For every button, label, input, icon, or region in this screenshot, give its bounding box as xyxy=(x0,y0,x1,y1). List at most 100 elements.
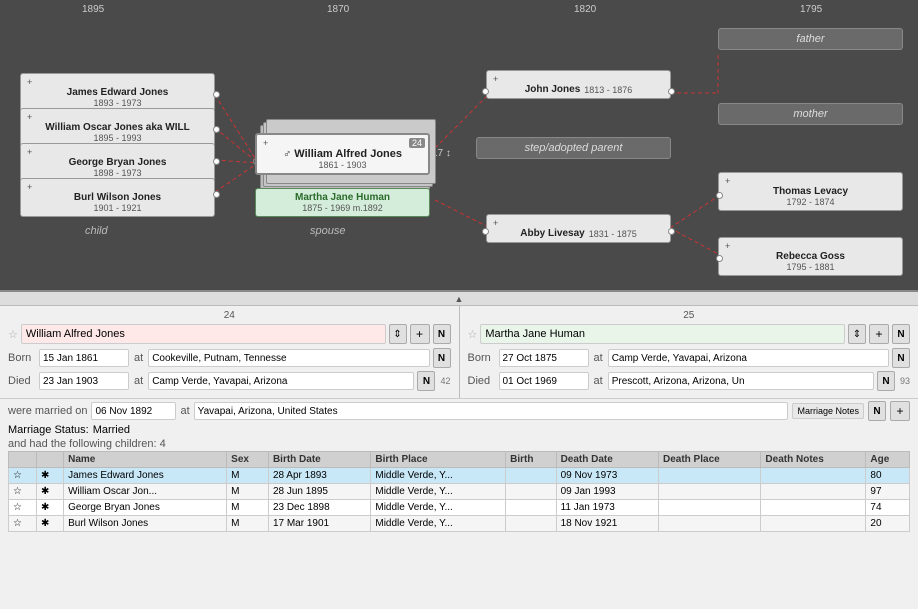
person2-died-place[interactable] xyxy=(608,372,874,390)
died-label-2: Died xyxy=(468,375,496,387)
row-name: George Bryan Jones xyxy=(64,500,227,516)
row-birth-place: Middle Verde, Y... xyxy=(371,468,506,484)
col-death-place: Death Place xyxy=(659,452,761,468)
person2-born-n[interactable]: N xyxy=(892,348,910,368)
row-birth-date: 23 Dec 1898 xyxy=(268,500,370,516)
person1-born-place[interactable] xyxy=(148,349,429,367)
child-label: child xyxy=(85,225,108,237)
year-1795: 1795 xyxy=(800,4,822,15)
person-william-alfred[interactable]: + ♂ William Alfred Jones 1861 - 1903 24 xyxy=(255,133,430,175)
row-death-date: 11 Jan 1973 xyxy=(556,500,658,516)
person2-name-input[interactable] xyxy=(480,324,845,344)
person2-n-btn[interactable]: N xyxy=(892,324,910,344)
conn-dot-thomas xyxy=(716,192,723,199)
conn-dot-3 xyxy=(213,158,220,165)
row-age: 74 xyxy=(866,500,910,516)
col-icon1 xyxy=(9,452,37,468)
col-sex: Sex xyxy=(227,452,269,468)
marriage-add-btn[interactable]: + xyxy=(890,401,910,421)
person-abby[interactable]: + Abby Livesay 1831 - 1875 xyxy=(486,214,671,243)
person1-died-n[interactable]: N xyxy=(417,371,435,391)
person2-born-row: Born at N xyxy=(468,348,911,368)
person1-born-n[interactable]: N xyxy=(433,348,451,368)
person2-born-place[interactable] xyxy=(608,349,889,367)
row-name: Burl Wilson Jones xyxy=(64,516,227,532)
person-rebecca[interactable]: + Rebecca Goss 1795 - 1881 xyxy=(718,237,903,276)
person2-name-row: ☆ ⇕ + N xyxy=(468,324,911,344)
person-martha[interactable]: Martha Jane Human 1875 - 1969 m.1892 xyxy=(255,188,430,217)
person-burl[interactable]: + Burl Wilson Jones 1901 - 1921 xyxy=(20,178,215,217)
person1-n-btn[interactable]: N xyxy=(433,324,451,344)
row-death-place xyxy=(659,468,761,484)
children-header-row: Name Sex Birth Date Birth Place Birth De… xyxy=(9,452,910,468)
row-star: ☆ xyxy=(9,484,37,500)
born-at-2: at xyxy=(594,352,603,364)
person1-born-date[interactable] xyxy=(39,349,129,367)
person2-died-row: Died at N 93 xyxy=(468,371,911,391)
table-row[interactable]: ☆ ✱ Burl Wilson Jones M 17 Mar 1901 Midd… xyxy=(9,516,910,532)
col-age: Age xyxy=(866,452,910,468)
person2-born-date[interactable] xyxy=(499,349,589,367)
row-death-place xyxy=(659,516,761,532)
conn-dot-2 xyxy=(213,126,220,133)
person2-died-n[interactable]: N xyxy=(877,371,895,391)
father-label: father xyxy=(718,28,903,50)
born-label-2: Born xyxy=(468,352,496,364)
year-1870: 1870 xyxy=(327,4,349,15)
marriage-label: were married on xyxy=(8,405,87,417)
collapse-bar[interactable]: ▲ xyxy=(0,292,918,306)
row-age: 20 xyxy=(866,516,910,532)
person-james[interactable]: + James Edward Jones 1893 - 1973 xyxy=(20,73,215,112)
conn-dot-abby-r xyxy=(668,228,675,235)
person-john[interactable]: + John Jones 1813 - 1876 xyxy=(486,70,671,99)
table-row[interactable]: ☆ ✱ William Oscar Jon... M 28 Jun 1895 M… xyxy=(9,484,910,500)
year-1895: 1895 xyxy=(82,4,104,15)
spouse-label: spouse xyxy=(310,225,345,237)
died-at-2: at xyxy=(594,375,603,387)
person1-born-row: Born at N xyxy=(8,348,451,368)
died-at-1: at xyxy=(134,375,143,387)
children-count: and had the following children: 4 xyxy=(0,437,918,451)
person1-name-input[interactable] xyxy=(21,324,386,344)
person-thomas[interactable]: + Thomas Levacy 1792 - 1874 xyxy=(718,172,903,211)
col-birth-place: Birth Place xyxy=(371,452,506,468)
died-label-1: Died xyxy=(8,375,36,387)
marriage-n-btn[interactable]: N xyxy=(868,401,886,421)
conn-dot-john xyxy=(482,88,489,95)
person1-died-place[interactable] xyxy=(148,372,414,390)
person2-died-age: 93 xyxy=(900,376,910,386)
person2-sort-btn[interactable]: ⇕ xyxy=(848,324,866,344)
conn-dot-1 xyxy=(213,91,220,98)
row-asterisk: ✱ xyxy=(37,484,64,500)
row-birth-date: 28 Jun 1895 xyxy=(268,484,370,500)
row-age: 97 xyxy=(866,484,910,500)
conn-dot-john-r xyxy=(668,88,675,95)
col-birth: Birth xyxy=(506,452,556,468)
person1-sort-btn[interactable]: ⇕ xyxy=(389,324,407,344)
status-children-row: Marriage Status: Married xyxy=(0,423,918,437)
person1-died-date[interactable] xyxy=(39,372,129,390)
person-george[interactable]: + George Bryan Jones 1898 - 1973 xyxy=(20,143,215,182)
person1-add-btn[interactable]: + xyxy=(410,324,430,344)
table-row[interactable]: ☆ ✱ George Bryan Jones M 23 Dec 1898 Mid… xyxy=(9,500,910,516)
row-sex: M xyxy=(227,484,269,500)
marriage-notes-btn[interactable]: Marriage Notes xyxy=(792,403,864,419)
marriage-date-input[interactable] xyxy=(91,402,176,420)
children-table-area: Name Sex Birth Date Birth Place Birth De… xyxy=(0,451,918,609)
row-sex: M xyxy=(227,468,269,484)
table-row[interactable]: ☆ ✱ James Edward Jones M 28 Apr 1893 Mid… xyxy=(9,468,910,484)
row-birth-place: Middle Verde, Y... xyxy=(371,484,506,500)
person1-died-row: Died at N 42 xyxy=(8,371,451,391)
marriage-status-label: Marriage Status: xyxy=(8,424,89,436)
marriage-place-input[interactable] xyxy=(194,402,789,420)
row-death-place xyxy=(659,484,761,500)
person-william-oscar[interactable]: + William Oscar Jones aka WILL 1895 - 19… xyxy=(20,108,215,147)
row-sex: M xyxy=(227,516,269,532)
row-name: William Oscar Jon... xyxy=(64,484,227,500)
person2-died-date[interactable] xyxy=(499,372,589,390)
row-star: ☆ xyxy=(9,468,37,484)
genealogy-pane: 1895 1870 1820 1795 + James Edward Jones… xyxy=(0,0,918,290)
right-person-col: 25 ☆ ⇕ + N Born at N Died at xyxy=(460,306,918,398)
person2-add-btn[interactable]: + xyxy=(869,324,889,344)
row-death-date: 09 Jan 1993 xyxy=(556,484,658,500)
